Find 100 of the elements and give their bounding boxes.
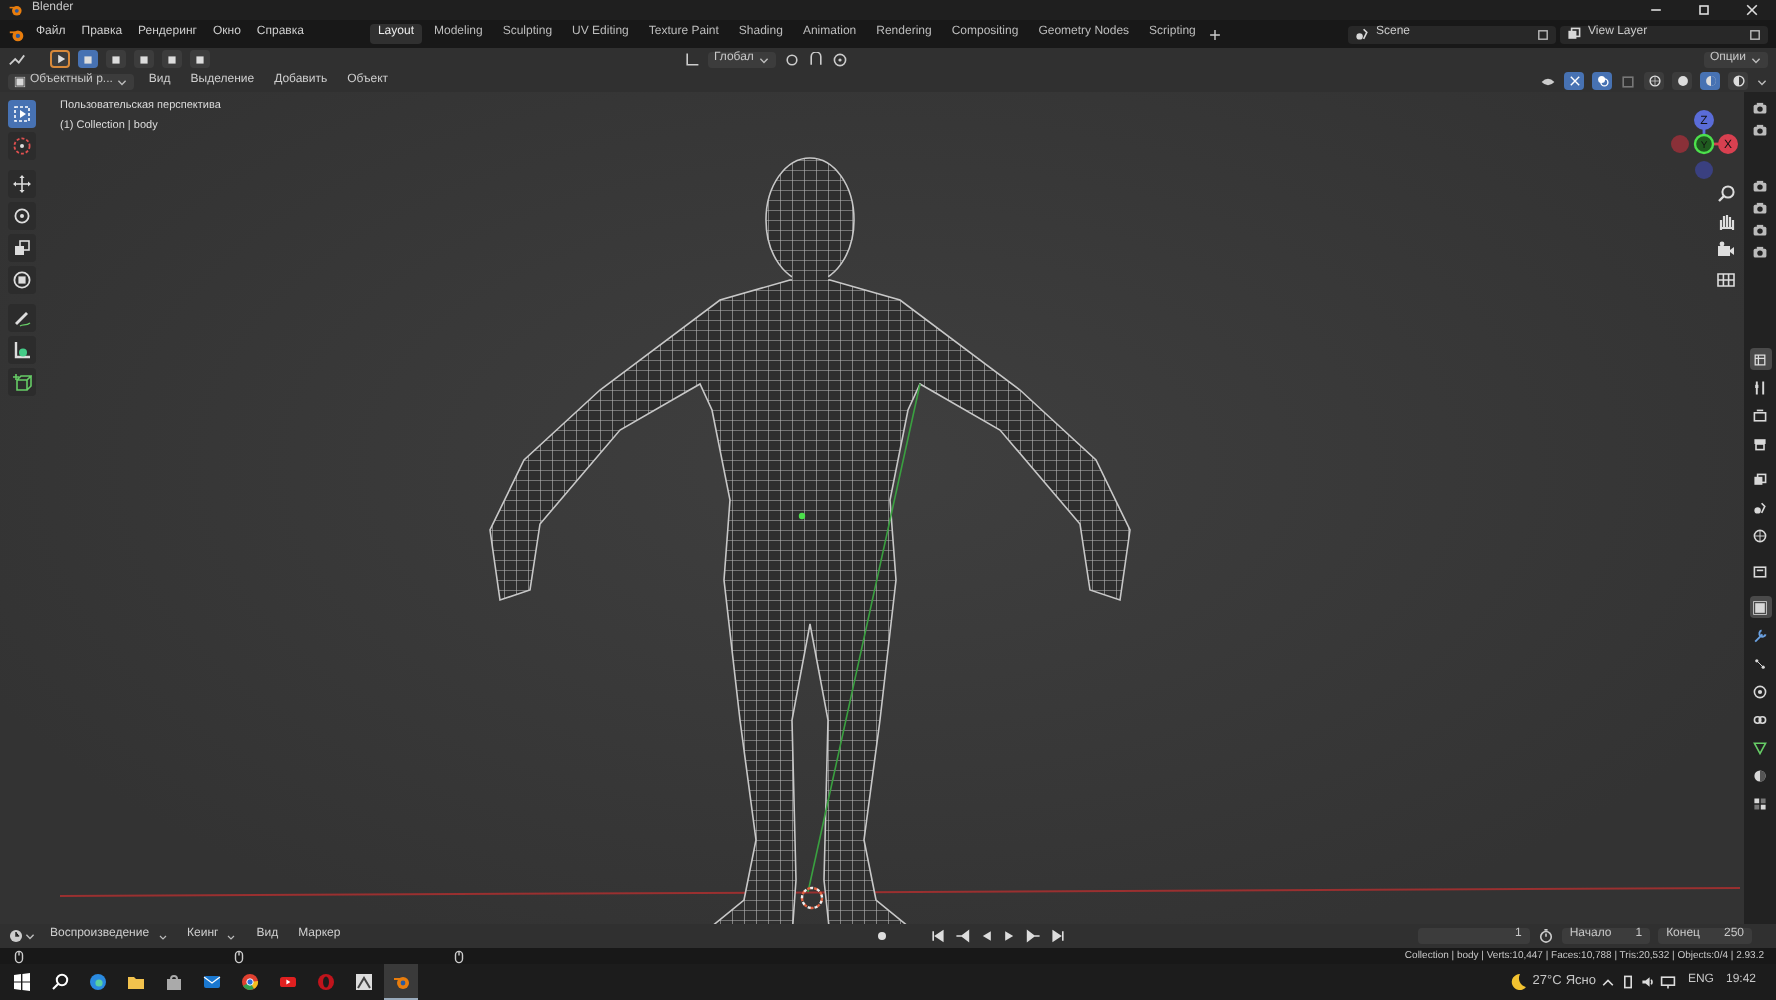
blender-logo-icon bbox=[8, 2, 24, 18]
gizmo-toggle-button[interactable] bbox=[1564, 72, 1584, 90]
modifier-properties-tab[interactable] bbox=[1749, 624, 1771, 646]
texture-properties-tab[interactable] bbox=[1749, 792, 1771, 814]
camera-icon[interactable] bbox=[1752, 100, 1768, 116]
close-icon[interactable] bbox=[1744, 2, 1760, 18]
transform-tool-button[interactable] bbox=[8, 266, 36, 294]
sphere-icon bbox=[1703, 74, 1717, 88]
caret-icon bbox=[757, 53, 770, 65]
selection-mode-button[interactable] bbox=[162, 50, 182, 68]
solid-shading-button[interactable] bbox=[1672, 72, 1692, 90]
rotate-tool-button[interactable] bbox=[8, 202, 36, 230]
jump-start-icon[interactable] bbox=[930, 928, 947, 944]
view-properties-tab[interactable] bbox=[1749, 468, 1771, 490]
cursor-tool-button[interactable] bbox=[8, 132, 36, 160]
edge-icon bbox=[87, 972, 107, 992]
monitor-icon[interactable] bbox=[1659, 974, 1676, 990]
wireframe-shading-button[interactable] bbox=[1644, 72, 1664, 90]
origin-dot bbox=[798, 512, 806, 520]
world-properties-tab[interactable] bbox=[1749, 524, 1771, 546]
annotate-tool-button[interactable] bbox=[8, 304, 36, 332]
maximize-icon[interactable] bbox=[1696, 2, 1712, 18]
select-tool-button[interactable] bbox=[8, 100, 36, 128]
snap-icon[interactable] bbox=[807, 51, 824, 67]
store-icon bbox=[163, 972, 183, 992]
properties-icon bbox=[1752, 351, 1768, 367]
record-icon[interactable] bbox=[874, 928, 891, 944]
tweak-button[interactable] bbox=[50, 50, 70, 68]
copy-icon bbox=[1748, 27, 1762, 41]
blender-icon bbox=[391, 971, 411, 991]
orientation-icon[interactable] bbox=[683, 51, 700, 67]
data-properties-tab[interactable] bbox=[1749, 736, 1771, 758]
zoom-icon[interactable] bbox=[1716, 184, 1736, 204]
moon-icon bbox=[1508, 972, 1529, 992]
square-icon bbox=[194, 53, 206, 65]
play-reverse-icon[interactable] bbox=[978, 928, 995, 944]
square-icon bbox=[138, 53, 150, 65]
add-cube-tool-button[interactable] bbox=[8, 368, 36, 396]
camera-icon[interactable] bbox=[1752, 200, 1768, 216]
opera-icon bbox=[315, 972, 335, 992]
xray-icon[interactable] bbox=[1620, 73, 1636, 89]
caret-icon bbox=[157, 931, 168, 941]
selection-mode-button[interactable] bbox=[190, 50, 210, 68]
volume-icon[interactable] bbox=[1639, 974, 1656, 990]
physics-properties-tab[interactable] bbox=[1749, 680, 1771, 702]
editor-type-button[interactable] bbox=[8, 928, 36, 944]
blender-taskbar-button[interactable] bbox=[384, 964, 418, 1000]
annotate-icon bbox=[12, 308, 32, 328]
square-icon bbox=[166, 53, 178, 65]
camera-icon[interactable] bbox=[1752, 122, 1768, 138]
overlay-icon bbox=[1595, 74, 1609, 88]
selection-mode-button[interactable] bbox=[134, 50, 154, 68]
add-icon[interactable] bbox=[1207, 27, 1222, 41]
mouse-icon bbox=[452, 949, 466, 963]
object-properties-tab[interactable] bbox=[1749, 596, 1771, 618]
blender-menu-icon[interactable] bbox=[8, 25, 26, 43]
material-shading-button[interactable] bbox=[1700, 72, 1720, 90]
overlay-toggle-button[interactable] bbox=[1592, 72, 1612, 90]
scene-icon bbox=[1752, 499, 1768, 515]
selection-mode-button[interactable] bbox=[78, 50, 98, 68]
render-properties-tab[interactable] bbox=[1749, 404, 1771, 426]
material-properties-tab[interactable] bbox=[1749, 764, 1771, 786]
rendered-shading-button[interactable] bbox=[1728, 72, 1748, 90]
camera-icon[interactable] bbox=[1752, 178, 1768, 194]
object-icon bbox=[1752, 599, 1768, 615]
editor-type-button[interactable] bbox=[1749, 348, 1771, 370]
scale-icon bbox=[12, 238, 32, 258]
collection-icon bbox=[1752, 563, 1768, 579]
scale-tool-button[interactable] bbox=[8, 234, 36, 262]
sphere-icon bbox=[1675, 74, 1689, 88]
measure-tool-button[interactable] bbox=[8, 336, 36, 364]
pan-hand-icon[interactable] bbox=[1716, 212, 1736, 232]
editor-type-icon[interactable] bbox=[8, 50, 26, 68]
particles-icon bbox=[1752, 655, 1768, 671]
selection-mode-button[interactable] bbox=[106, 50, 126, 68]
jump-end-icon[interactable] bbox=[1050, 928, 1067, 944]
object-mode-icon bbox=[14, 75, 26, 87]
collection-properties-tab[interactable] bbox=[1749, 560, 1771, 582]
texture-icon bbox=[1752, 795, 1768, 811]
previous-keyframe-icon[interactable] bbox=[954, 928, 971, 944]
grid-icon[interactable] bbox=[1716, 268, 1736, 288]
caret-icon bbox=[226, 931, 237, 941]
next-keyframe-icon[interactable] bbox=[1026, 928, 1043, 944]
camera-icon[interactable] bbox=[1716, 240, 1736, 260]
stopwatch-icon[interactable] bbox=[1537, 928, 1554, 944]
chevron-up-icon[interactable] bbox=[1599, 974, 1616, 990]
move-tool-button[interactable] bbox=[8, 170, 36, 198]
chrome-icon bbox=[239, 972, 259, 992]
pivot-icon[interactable] bbox=[783, 51, 800, 67]
visibility-icon[interactable] bbox=[1540, 73, 1556, 89]
select-icon bbox=[12, 104, 32, 124]
search-icon bbox=[49, 972, 69, 992]
scene-icon bbox=[1354, 26, 1370, 42]
material-icon bbox=[1752, 767, 1768, 783]
camera-icon[interactable] bbox=[1752, 244, 1768, 260]
youtube-icon bbox=[277, 972, 297, 992]
camera-icon[interactable] bbox=[1752, 222, 1768, 238]
world-icon bbox=[1752, 527, 1768, 543]
proportional-edit-icon[interactable] bbox=[831, 51, 848, 67]
app-icon bbox=[353, 972, 373, 992]
